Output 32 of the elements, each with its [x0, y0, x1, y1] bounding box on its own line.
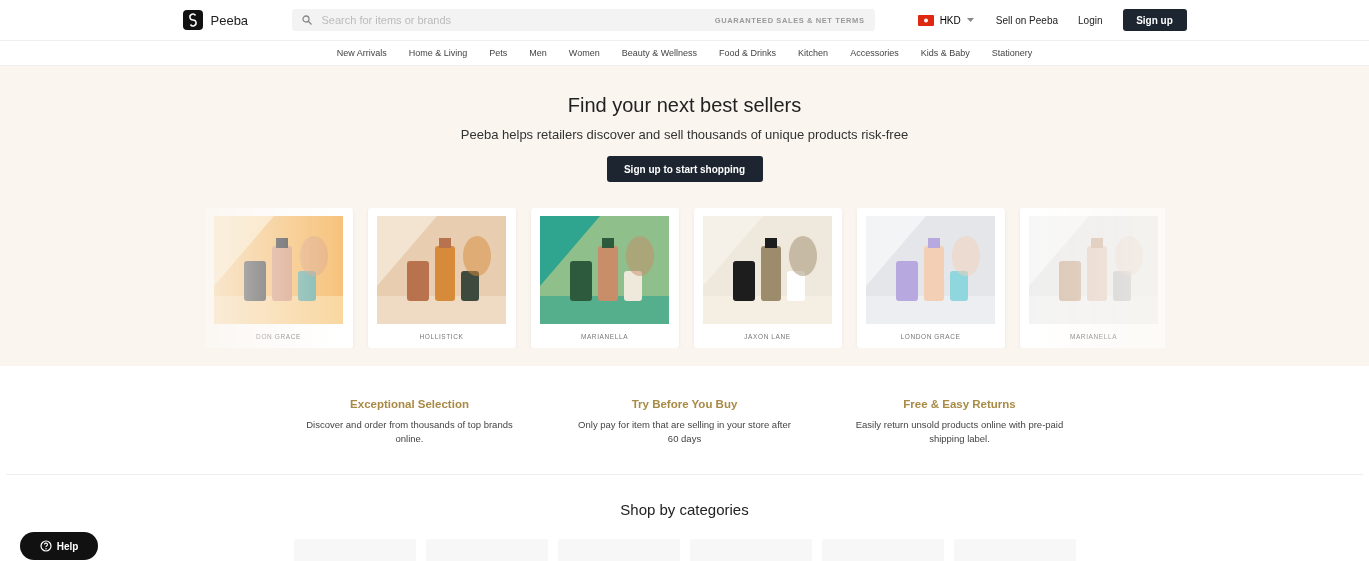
category-link[interactable]: New Arrivals — [336, 48, 387, 58]
feature-text: Only pay for item that are selling in your store after 60 days — [577, 418, 792, 446]
feature-text: Discover and order from thousands of top brands online. — [305, 418, 514, 446]
section-title: Shop by categories — [620, 501, 749, 518]
category-link[interactable]: Food & Drinks — [719, 48, 777, 58]
category-link[interactable]: Pets — [489, 48, 508, 58]
logo-text: Peeba — [210, 12, 249, 28]
caret-icon — [966, 18, 974, 22]
flag-icon — [917, 14, 934, 26]
category-link[interactable]: Kitchen — [798, 48, 829, 58]
header-link[interactable]: Sell on Peeba — [995, 14, 1059, 26]
category-link[interactable]: Accessories — [850, 48, 899, 58]
category-link[interactable]: Men — [529, 48, 547, 58]
search-icon — [301, 15, 312, 25]
help-icon — [39, 540, 52, 552]
category-link[interactable]: Stationery — [991, 48, 1033, 58]
feature-title: Exceptional Selection — [350, 398, 469, 410]
category-link[interactable]: Beauty & Wellness — [621, 48, 698, 58]
header-link[interactable]: Login — [1078, 14, 1103, 26]
hero-subtitle: Peeba helps retailers discover and sell thousands of unique products risk-free — [460, 127, 909, 142]
category-link[interactable]: Women — [568, 48, 600, 58]
logo-icon — [182, 10, 203, 30]
sign-up-shopping-button[interactable]: Sign up to start shopping — [606, 156, 763, 182]
sign-up-button[interactable]: Sign up — [1122, 9, 1187, 31]
hero-title: Find your next best sellers — [567, 94, 802, 117]
feature-title: Try Before You Buy — [631, 398, 738, 410]
category-link[interactable]: Kids & Baby — [920, 48, 970, 58]
category-link[interactable]: Home & Living — [408, 48, 468, 58]
feature-text: Easily return unsold products online with pre-paid shipping label. — [854, 418, 1065, 446]
feature-title: Free & Easy Returns — [903, 398, 1016, 410]
currency-selector[interactable]: HKD — [917, 14, 974, 26]
help-button[interactable]: Help — [20, 532, 98, 560]
